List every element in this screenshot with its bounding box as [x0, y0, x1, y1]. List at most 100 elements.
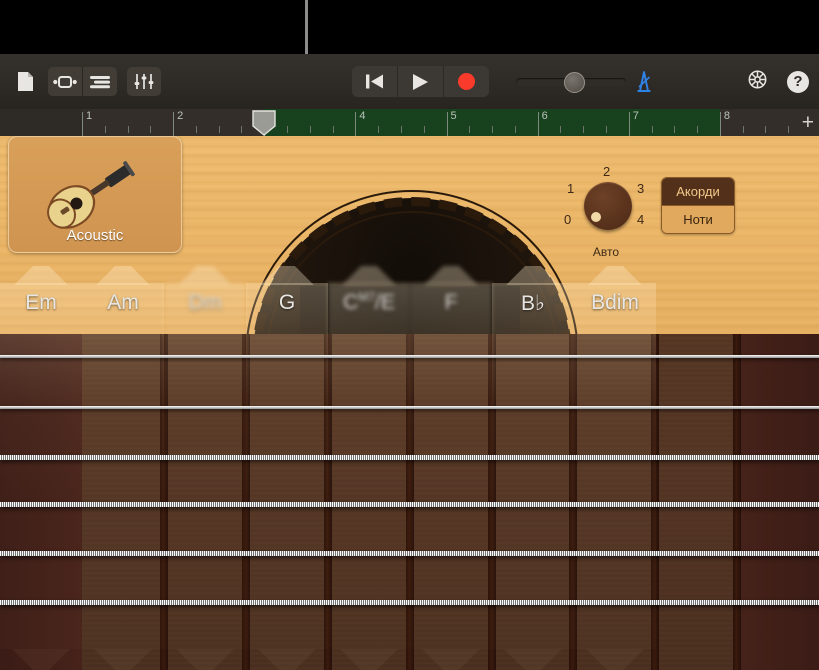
knob-tick-2: 2 — [603, 164, 610, 179]
chord-column-chevron — [574, 649, 656, 670]
chord-button-G[interactable]: G — [246, 266, 328, 670]
chord-button-body — [0, 283, 82, 649]
bar-number: 7 — [633, 110, 639, 122]
sub-tick — [310, 126, 311, 133]
bar-number: 8 — [724, 110, 730, 122]
sub-tick — [788, 126, 789, 133]
sub-tick — [150, 126, 151, 133]
sub-tick — [674, 126, 675, 133]
sub-tick — [515, 126, 516, 133]
bar-tick — [629, 112, 630, 136]
mixer-icon[interactable] — [127, 67, 161, 96]
chord-label: CM7/E — [328, 291, 410, 315]
bar-tick — [720, 112, 721, 136]
toolbar-left-group — [8, 54, 161, 109]
bar-number: 6 — [542, 110, 548, 122]
sub-tick — [469, 126, 470, 133]
sub-tick — [333, 126, 334, 133]
sub-tick — [606, 126, 607, 133]
top-black-strip — [0, 0, 819, 54]
sub-tick — [105, 126, 106, 133]
sub-tick — [424, 126, 425, 133]
chord-column-chevron — [0, 649, 82, 670]
bar-number: 4 — [359, 110, 365, 122]
chord-label: F — [410, 291, 492, 315]
chord-button-body — [574, 283, 656, 649]
bar-tick — [355, 112, 356, 136]
sub-tick — [492, 126, 493, 133]
knob-tick-3: 3 — [637, 181, 644, 196]
instrument-card[interactable]: Acoustic — [8, 136, 182, 253]
sub-tick — [560, 126, 561, 133]
add-track-button[interactable]: + — [802, 113, 814, 132]
sub-tick — [378, 126, 379, 133]
toolbar-right-group: ? — [746, 54, 809, 109]
list-icon[interactable] — [82, 67, 117, 96]
chord-button-Am[interactable]: Am — [82, 266, 164, 670]
rewind-button[interactable] — [352, 66, 397, 97]
sub-tick — [652, 126, 653, 133]
chord-label: Am — [82, 291, 164, 315]
chord-column-chevron — [246, 649, 328, 670]
chord-button-C[interactable]: CM7/E — [328, 266, 410, 670]
settings-icon[interactable] — [746, 68, 769, 96]
sub-tick — [128, 126, 129, 133]
document-icon[interactable] — [8, 67, 42, 96]
chord-label: B♭ — [492, 291, 574, 316]
knob-caption: Авто — [563, 245, 649, 259]
chord-button-Bdim[interactable]: Bdim — [574, 266, 656, 670]
chord-button-B[interactable]: B♭ — [492, 266, 574, 670]
playhead-line — [305, 0, 308, 54]
chord-button-body — [328, 283, 410, 649]
chord-column-chevron — [164, 649, 246, 670]
record-button[interactable] — [443, 66, 489, 97]
help-icon[interactable]: ? — [787, 71, 809, 93]
playhead-marker[interactable] — [252, 110, 276, 136]
chord-column-chevron — [82, 649, 164, 670]
chord-button-body — [410, 283, 492, 649]
bar-tick — [173, 112, 174, 136]
bar-number: 1 — [86, 110, 92, 122]
play-button[interactable] — [397, 66, 443, 97]
sub-tick — [743, 126, 744, 133]
garageband-window: ? 1 2 3 4 5 6 7 8 + — [0, 0, 819, 670]
mode-switch[interactable]: Акорди Ноти — [661, 177, 735, 234]
volume-slider-knob[interactable] — [564, 72, 585, 93]
chord-button-Dm[interactable]: Dm — [164, 266, 246, 670]
chord-label: G — [246, 291, 328, 315]
mode-chords-option[interactable]: Акорди — [662, 178, 734, 205]
knob-tick-0: 0 — [564, 212, 571, 227]
auto-knob[interactable]: 0 1 2 3 4 Авто — [563, 159, 649, 267]
toolbar: ? — [0, 54, 819, 109]
transport-controls — [352, 54, 489, 109]
chord-columns: EmAmDmGCM7/EFB♭Bdim — [0, 266, 819, 670]
bar-number: 5 — [451, 110, 457, 122]
volume-slider[interactable] — [516, 54, 626, 109]
sub-tick — [196, 126, 197, 133]
bar-tick — [447, 112, 448, 136]
knob-dial[interactable] — [584, 182, 632, 230]
view-toggle-group — [48, 67, 117, 96]
bar-tick — [82, 112, 83, 136]
sub-tick — [219, 126, 220, 133]
chord-label: Em — [0, 291, 82, 315]
chord-button-body — [246, 283, 328, 649]
volume-slider-track[interactable] — [516, 78, 626, 86]
timeline-ruler[interactable]: 12345678 + — [0, 109, 819, 136]
knob-tick-4: 4 — [637, 212, 644, 227]
sub-tick — [765, 126, 766, 133]
chord-column-chevron — [328, 649, 410, 670]
mode-notes-option[interactable]: Ноти — [662, 205, 734, 233]
chord-button-body — [492, 283, 574, 649]
chord-button-body — [164, 283, 246, 649]
chord-column-chevron — [410, 649, 492, 670]
sub-tick — [241, 126, 242, 133]
bar-tick — [538, 112, 539, 136]
guitar-stage: Acoustic 0 1 2 3 4 Авто Акорди Ноти Em — [0, 136, 819, 670]
loops-icon[interactable] — [48, 67, 82, 96]
chord-button-F[interactable]: F — [410, 266, 492, 670]
knob-indicator — [591, 212, 601, 222]
chord-button-Em[interactable]: Em — [0, 266, 82, 670]
metronome-button[interactable] — [633, 54, 655, 109]
sub-tick — [287, 126, 288, 133]
